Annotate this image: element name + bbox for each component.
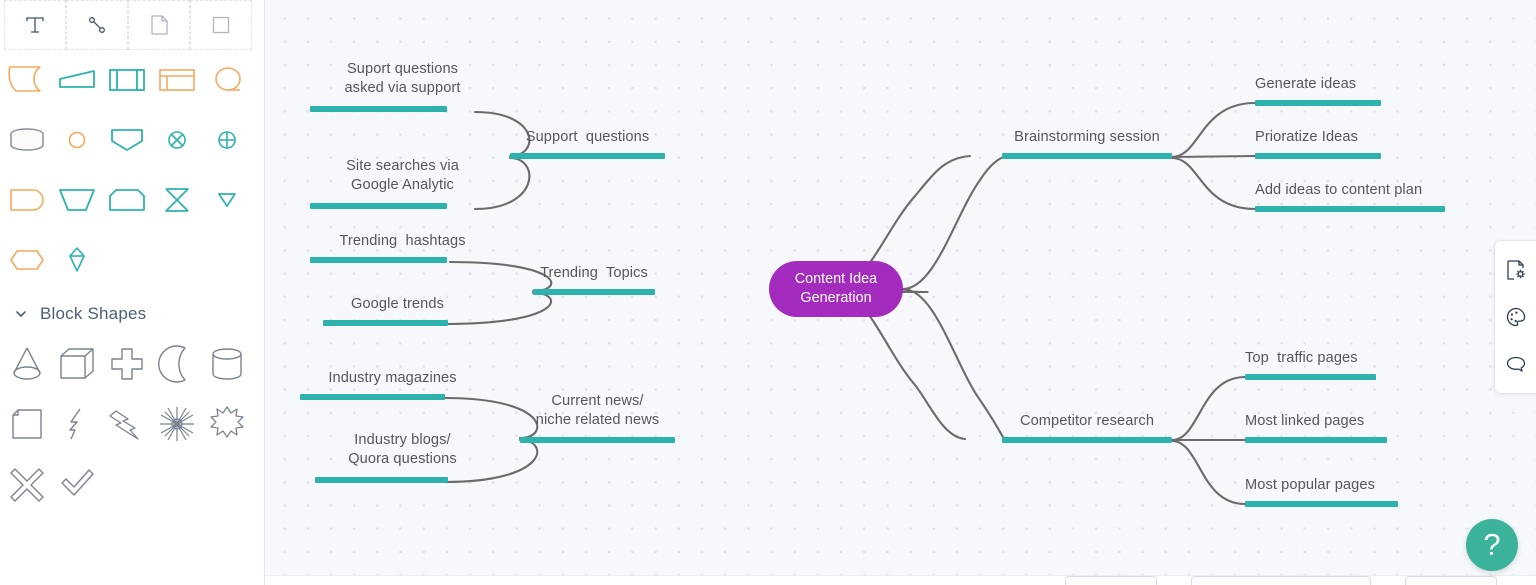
text-tool[interactable]	[4, 0, 66, 50]
node-underline-bar	[1255, 153, 1381, 159]
central-topic-node[interactable]: Content Idea Generation	[769, 261, 903, 317]
diamond-split-shape[interactable]	[52, 230, 102, 290]
flowchart-shape-row-4	[0, 230, 264, 290]
node-label: Trending Topics	[540, 265, 648, 281]
node-label: Support questions	[525, 129, 650, 145]
flowchart-shape-row-1	[0, 50, 264, 110]
block-shape-row-1	[0, 334, 264, 394]
cross-shape[interactable]	[102, 334, 152, 394]
trapezoid-shape[interactable]	[52, 170, 102, 230]
node-underline-bar	[310, 203, 447, 209]
shape-library-sidebar: Block Shapes	[0, 0, 265, 585]
bottom-tab-2[interactable]	[1191, 576, 1371, 585]
folded-corner-shape[interactable]	[2, 394, 52, 454]
node-underline-bar	[1245, 437, 1387, 443]
node-underline-bar	[300, 394, 445, 400]
node-underline-bar	[1245, 374, 1376, 380]
node-label-line2: niche related news	[535, 412, 660, 428]
bottom-tab-3[interactable]	[1405, 576, 1497, 585]
node-label-line2: Quora questions	[348, 451, 457, 467]
help-label: ?	[1483, 527, 1501, 562]
explosion-shape[interactable]	[202, 394, 252, 454]
mindmap-editor-window: Block Shapes Suport questions asked via …	[0, 0, 1536, 585]
node-underline-bar	[1002, 153, 1172, 159]
node-label: Add ideas to content plan	[1255, 182, 1423, 198]
cylinder-shape[interactable]	[202, 334, 252, 394]
note-tool[interactable]	[128, 0, 190, 50]
flowchart-shape-row-2	[0, 110, 264, 170]
node-label-line2: Google Analytic	[351, 177, 454, 193]
document-shape[interactable]	[2, 50, 52, 110]
connector-tool[interactable]	[66, 0, 128, 50]
crescent-moon-shape[interactable]	[152, 334, 202, 394]
x-mark-shape[interactable]	[2, 454, 52, 514]
database-shape[interactable]	[2, 110, 52, 170]
cone-shape[interactable]	[2, 334, 52, 394]
node-underline-bar	[520, 437, 675, 443]
node-label-line1: Industry magazines	[328, 370, 457, 386]
bottom-tab-1[interactable]	[1065, 576, 1157, 585]
node-underline-bar	[310, 257, 447, 263]
central-label-line2: Generation	[800, 290, 872, 306]
node-underline-bar	[315, 477, 448, 483]
node-label: Brainstorming session	[1014, 129, 1160, 145]
central-label-line1: Content Idea	[794, 271, 878, 287]
node-underline-bar	[323, 320, 448, 326]
page-settings-icon[interactable]	[1500, 253, 1532, 287]
comment-icon[interactable]	[1500, 347, 1532, 381]
internal-storage-shape[interactable]	[102, 50, 152, 110]
block-shape-row-2	[0, 394, 264, 454]
node-underline-bar	[310, 106, 447, 112]
circle-cross-shape[interactable]	[202, 110, 252, 170]
node-label-line2: asked via support	[344, 80, 461, 96]
node-label-line1: Current news/	[551, 393, 644, 409]
node-underline-bar	[1245, 501, 1398, 507]
help-button[interactable]: ?	[1466, 519, 1518, 571]
node-underline-bar	[1255, 206, 1445, 212]
block-shape-row-3	[0, 454, 264, 514]
node-underline-bar	[1255, 100, 1381, 106]
flowchart-shape-row-3	[0, 170, 264, 230]
tool-row	[0, 0, 264, 50]
circle-x-shape[interactable]	[152, 110, 202, 170]
direct-access-storage-shape[interactable]	[202, 50, 252, 110]
table-shape[interactable]	[152, 50, 202, 110]
chevron-down-icon	[14, 307, 28, 321]
triangle-down-shape[interactable]	[202, 170, 252, 230]
hexagon-shape[interactable]	[2, 230, 52, 290]
node-label-line1: Suport questions	[346, 61, 459, 77]
bottom-toolbar	[265, 575, 1536, 585]
starburst-shape[interactable]	[152, 394, 202, 454]
node-underline-bar	[510, 153, 665, 159]
lightning-thin-shape[interactable]	[52, 394, 102, 454]
node-label-line1: Trending hashtags	[339, 233, 466, 249]
node-underline-bar	[533, 289, 655, 295]
color-palette-icon[interactable]	[1500, 300, 1532, 334]
circle-shape[interactable]	[52, 110, 102, 170]
pentagon-down-shape[interactable]	[102, 110, 152, 170]
terminator-shape[interactable]	[2, 170, 52, 230]
node-label-line1: Site searches via	[346, 158, 459, 174]
lightning-bolt-shape[interactable]	[102, 394, 152, 454]
node-label: Most linked pages	[1245, 413, 1365, 429]
hourglass-shape[interactable]	[152, 170, 202, 230]
block-shapes-section-header[interactable]: Block Shapes	[0, 290, 264, 334]
node-label-line1: Industry blogs/	[354, 432, 451, 448]
node-label: Most popular pages	[1245, 477, 1375, 493]
node-label: Top traffic pages	[1245, 350, 1358, 366]
block-shapes-title: Block Shapes	[40, 304, 147, 323]
node-label: Generate ideas	[1255, 76, 1357, 92]
check-mark-shape[interactable]	[52, 454, 102, 514]
rectangle-tool[interactable]	[190, 0, 252, 50]
node-label: Competitor research	[1019, 413, 1155, 429]
canvas-tools-panel	[1494, 240, 1536, 394]
node-label: Prioratize Ideas	[1255, 129, 1358, 145]
mindmap-canvas[interactable]: Suport questions asked via support Site …	[265, 0, 1536, 585]
cube-shape[interactable]	[52, 334, 102, 394]
card-shape[interactable]	[102, 170, 152, 230]
node-label-line1: Google trends	[351, 296, 444, 312]
ramp-shape[interactable]	[52, 50, 102, 110]
node-underline-bar	[1002, 437, 1172, 443]
